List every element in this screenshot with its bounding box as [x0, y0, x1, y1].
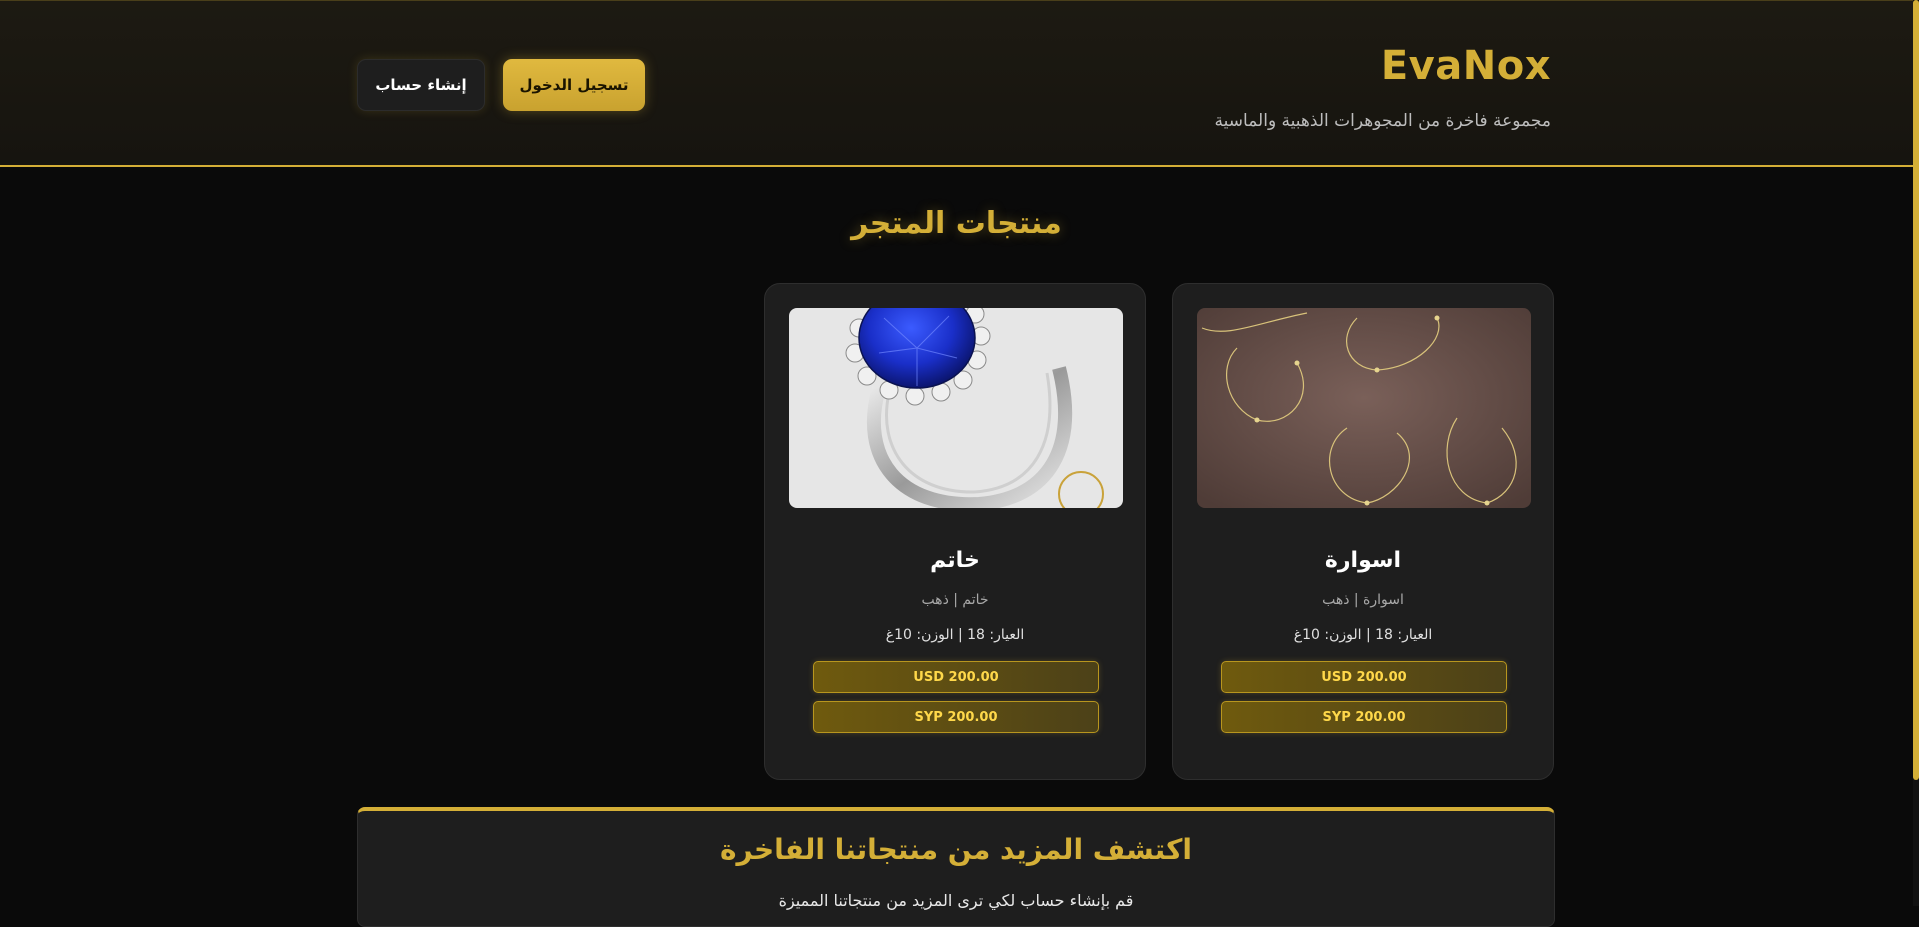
- site-header: EvaNox مجموعة فاخرة من المجوهرات الذهبية…: [0, 0, 1913, 167]
- product-specs: العيار: 18 | الوزن: 10غ: [885, 627, 1025, 643]
- product-image-ring[interactable]: [789, 308, 1123, 508]
- product-specs: العيار: 18 | الوزن: 10غ: [1293, 627, 1433, 643]
- discover-more-section: اكتشف المزيد من منتجاتنا الفاخرة قم بإنش…: [357, 807, 1555, 927]
- product-name: اسوارة: [1324, 548, 1402, 573]
- login-button[interactable]: تسجيل الدخول: [503, 59, 645, 111]
- scrollbar-thumb[interactable]: [1913, 0, 1919, 780]
- product-category: خاتم | ذهب: [921, 592, 989, 608]
- price-syp-badge: SYP 200.00: [1221, 701, 1507, 733]
- page-scrollbar[interactable]: [1913, 0, 1919, 906]
- products-section-title: منتجات المتجر: [851, 206, 1062, 241]
- discover-more-title: اكتشف المزيد من منتجاتنا الفاخرة: [720, 833, 1192, 866]
- bracelet-image: [1197, 308, 1531, 508]
- product-name: خاتم: [930, 548, 980, 573]
- product-image-bracelet[interactable]: [1197, 308, 1531, 508]
- product-category: اسوارة | ذهب: [1322, 592, 1404, 608]
- register-button[interactable]: إنشاء حساب: [357, 59, 485, 111]
- product-card-bracelet[interactable]: اسوارة اسوارة | ذهب العيار: 18 | الوزن: …: [1172, 283, 1554, 780]
- price-syp-badge: SYP 200.00: [813, 701, 1099, 733]
- product-card-ring[interactable]: خاتم خاتم | ذهب العيار: 18 | الوزن: 10غ …: [764, 283, 1146, 780]
- price-usd-badge: USD 200.00: [813, 661, 1099, 693]
- ring-image: [789, 308, 1123, 508]
- price-usd-badge: USD 200.00: [1221, 661, 1507, 693]
- discover-more-text: قم بإنشاء حساب لكي ترى المزيد من منتجاتن…: [778, 891, 1134, 910]
- brand-subtitle: مجموعة فاخرة من المجوهرات الذهبية والماس…: [1214, 111, 1551, 131]
- brand-logo-text[interactable]: EvaNox: [1381, 43, 1551, 89]
